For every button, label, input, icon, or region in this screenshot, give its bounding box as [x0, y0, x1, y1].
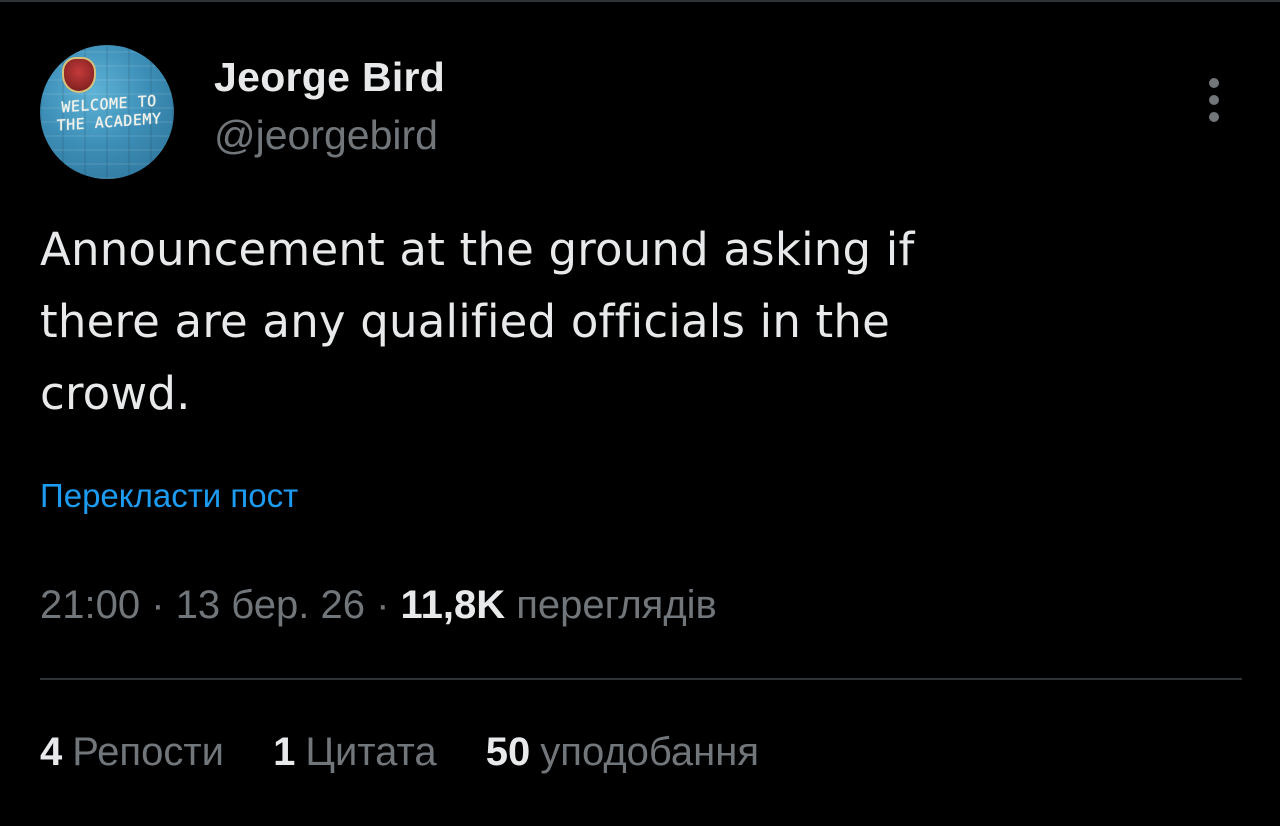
- meta-separator: ·: [151, 583, 165, 627]
- tweet-text-line: Announcement at the ground asking if: [40, 223, 915, 276]
- reposts-count: 4: [40, 730, 63, 774]
- more-vertical-icon-dot: [1209, 95, 1219, 105]
- quotes-label: Цитата: [305, 730, 437, 774]
- engagement-stats: 4 Репости 1 Цитата 50 уподобання: [40, 730, 797, 775]
- tweet-date[interactable]: 13 бер. 26: [176, 583, 365, 627]
- views-label: переглядів: [516, 583, 717, 627]
- meta-separator: ·: [376, 583, 390, 627]
- club-crest-icon: [62, 57, 96, 93]
- author-handle[interactable]: @jeorgebird: [214, 112, 438, 159]
- tweet-text-line: there are any qualified officials in the: [40, 295, 890, 348]
- likes-stat[interactable]: 50 уподобання: [486, 730, 759, 775]
- tweet-text-line: crowd.: [40, 367, 191, 420]
- reposts-label: Репости: [72, 730, 224, 774]
- more-vertical-icon-dot: [1209, 112, 1219, 122]
- likes-label: уподобання: [540, 730, 759, 774]
- views-count: 11,8K: [400, 583, 506, 627]
- quotes-stat[interactable]: 1 Цитата: [273, 730, 437, 775]
- translate-post-link[interactable]: Перекласти пост: [40, 477, 298, 515]
- more-options-button[interactable]: [1194, 70, 1234, 130]
- quotes-count: 1: [273, 730, 296, 774]
- avatar[interactable]: WELCOME TO THE ACADEMY: [40, 45, 174, 179]
- reposts-stat[interactable]: 4 Репости: [40, 730, 224, 775]
- tweet-detail: WELCOME TO THE ACADEMY Jeorge Bird @jeor…: [40, 0, 1242, 826]
- tweet-text: Announcement at the ground asking if the…: [40, 214, 1160, 430]
- tweet-meta: 21:00 · 13 бер. 26 · 11,8K переглядів: [40, 583, 717, 628]
- author-name[interactable]: Jeorge Bird: [214, 54, 445, 101]
- more-vertical-icon: [1209, 78, 1219, 88]
- likes-count: 50: [485, 730, 531, 774]
- stats-divider: [40, 678, 1242, 680]
- tweet-time[interactable]: 21:00: [40, 583, 140, 627]
